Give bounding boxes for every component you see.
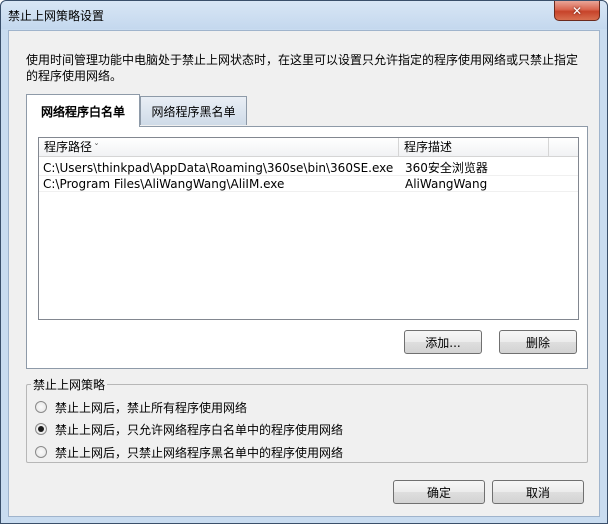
policy-option-whitelist-only[interactable]: 禁止上网后，只允许网络程序白名单中的程序使用网络 [35, 421, 343, 437]
ok-button[interactable]: 确定 [393, 480, 485, 504]
radio-button-checked[interactable] [35, 423, 47, 435]
row-description: 360安全浏览器 [405, 161, 488, 175]
list-header: 程序路径 ˇ 程序描述 [39, 138, 578, 157]
cancel-button[interactable]: 取消 [492, 480, 584, 504]
description-text: 使用时间管理功能中电脑处于禁止上网状态时，在这里可以设置只允许指定的程序使用网络… [26, 53, 579, 83]
row-description: AliWangWang [405, 177, 488, 191]
column-header-description[interactable]: 程序描述 [399, 138, 549, 157]
policy-option-blacklist-only[interactable]: 禁止上网后，只禁止网络程序黑名单中的程序使用网络 [35, 444, 343, 460]
program-list[interactable]: 程序路径 ˇ 程序描述 C:\Users\thinkpad\AppData\Roa… [38, 137, 579, 320]
row-path: C:\Users\thinkpad\AppData\Roaming\360se\… [43, 161, 394, 175]
sort-arrow-icon: ˇ [94, 143, 100, 154]
row-path: C:\Program Files\AliWangWang\AliIM.exe [43, 177, 285, 191]
delete-button[interactable]: 删除 [499, 330, 577, 354]
policy-group-title: 禁止上网策略 [31, 376, 108, 393]
whitelist-panel: 程序路径 ˇ 程序描述 C:\Users\thinkpad\AppData\Roa… [26, 126, 588, 369]
title-bar: 禁止上网策略设置 ✕ [1, 1, 607, 29]
tab-blacklist[interactable]: 网络程序黑名单 [140, 96, 247, 125]
table-row[interactable]: C:\Program Files\AliWangWang\AliIM.exe A… [39, 176, 578, 192]
dialog-window: 禁止上网策略设置 ✕ 使用时间管理功能中电脑处于禁止上网状态时，在这里可以设置只… [0, 0, 608, 524]
policy-option-block-all[interactable]: 禁止上网后，禁止所有程序使用网络 [35, 399, 247, 415]
close-icon: ✕ [571, 3, 583, 18]
add-button[interactable]: 添加... [404, 330, 482, 354]
dialog-body: 使用时间管理功能中电脑处于禁止上网状态时，在这里可以设置只允许指定的程序使用网络… [8, 30, 600, 517]
radio-button[interactable] [35, 446, 47, 458]
table-row[interactable]: C:\Users\thinkpad\AppData\Roaming\360se\… [39, 160, 578, 176]
column-header-path[interactable]: 程序路径 ˇ [39, 138, 399, 157]
window-title: 禁止上网策略设置 [8, 9, 105, 23]
close-button[interactable]: ✕ [554, 1, 600, 21]
policy-groupbox: 禁止上网策略 禁止上网后，禁止所有程序使用网络 禁止上网后，只允许网络程序白名单… [26, 376, 588, 463]
radio-button[interactable] [35, 401, 47, 413]
tab-whitelist[interactable]: 网络程序白名单 [26, 94, 140, 127]
